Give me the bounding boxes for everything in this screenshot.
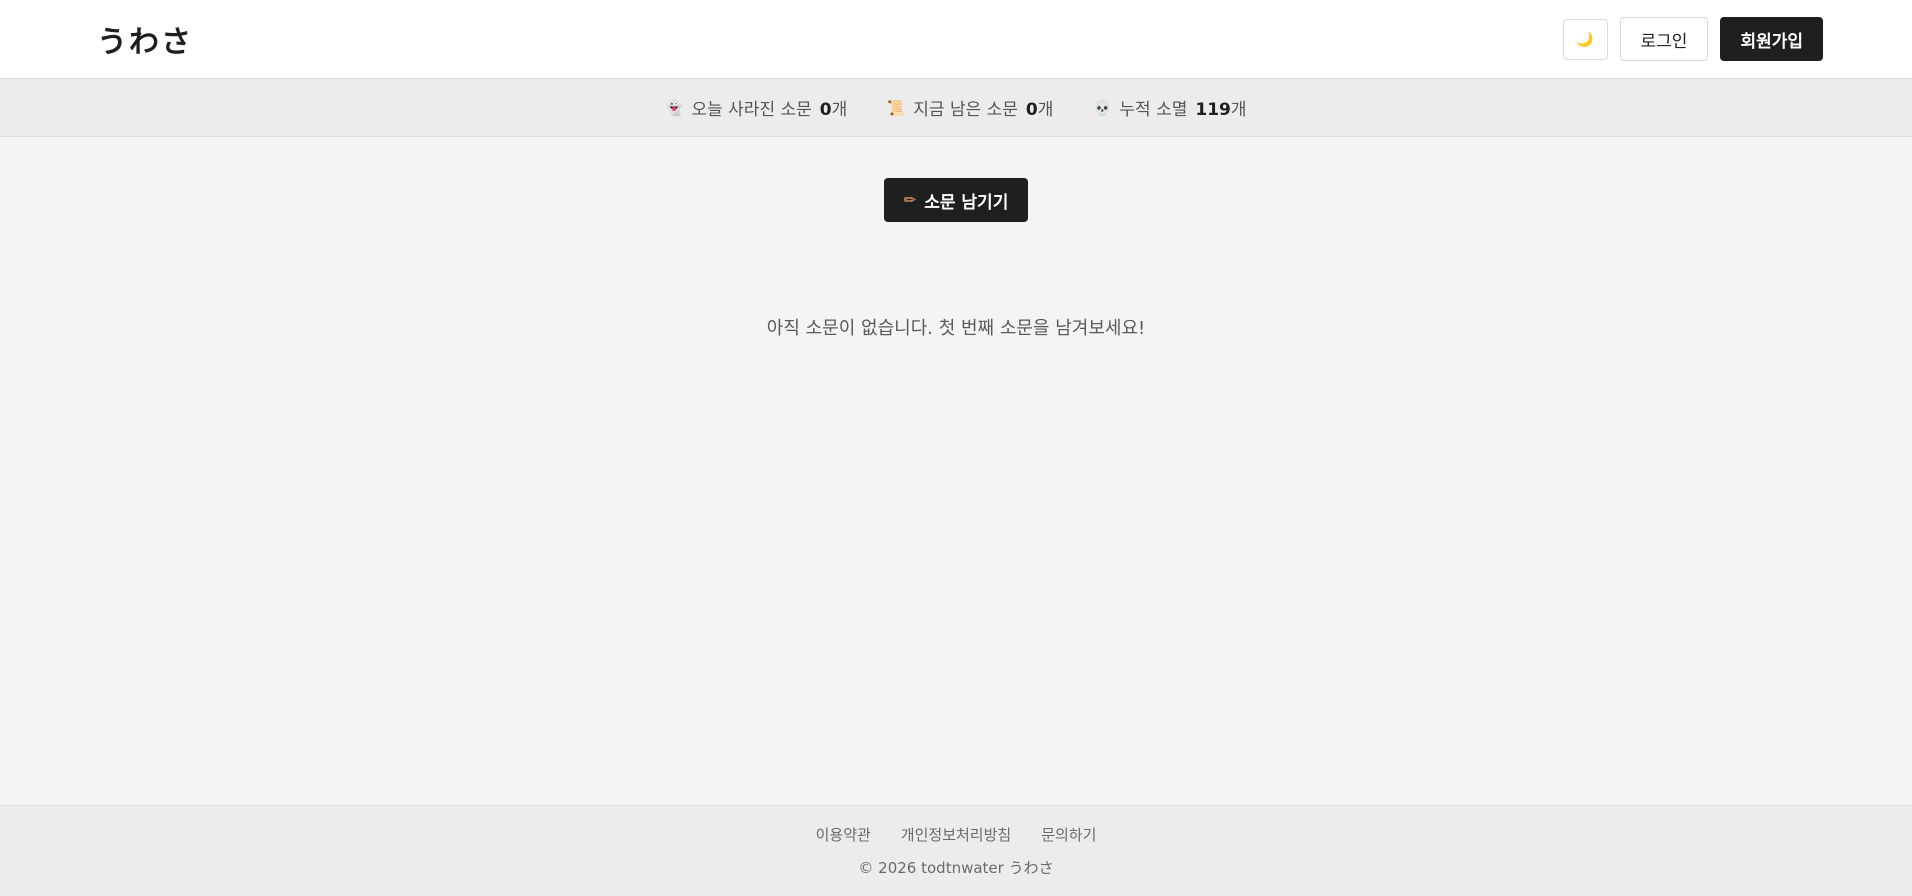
stat-unit: 개 [1230, 100, 1247, 120]
stats-bar: 👻 오늘 사라진 소문 0개 📜 지금 남은 소문 0개 💀 누적 소멸 119… [0, 79, 1912, 137]
scroll-icon: 📜 [886, 98, 906, 117]
main-content: ✏ 소문 남기기 아직 소문이 없습니다. 첫 번째 소문을 남겨보세요! [0, 137, 1912, 805]
stat-value: 0 [819, 100, 832, 120]
ghost-icon: 👻 [665, 98, 684, 117]
copyright-text: © 2026 todtnwater うわさ [858, 859, 1054, 877]
moon-icon: 🌙 [1576, 30, 1594, 47]
footer-links: 이용약관 개인정보처리방침 문의하기 [816, 824, 1097, 845]
stat-unit: 개 [831, 100, 848, 120]
header-actions: 🌙 로그인 회원가입 [1562, 17, 1823, 61]
theme-toggle-button[interactable]: 🌙 [1562, 18, 1608, 60]
stat-label: 누적 소멸 [1119, 100, 1188, 120]
stat-label: 오늘 사라진 소문 [691, 100, 812, 120]
top-header: うわさ 🌙 로그인 회원가입 [0, 0, 1912, 79]
terms-link[interactable]: 이용약관 [816, 824, 871, 845]
stat-value: 119 [1195, 100, 1231, 120]
privacy-policy-link[interactable]: 개인정보처리방침 [901, 824, 1011, 845]
pencil-icon: ✏ [903, 191, 917, 209]
stat-total-vanished: 💀 누적 소멸 119개 [1093, 95, 1247, 121]
write-rumor-label: 소문 남기기 [924, 192, 1009, 213]
site-logo[interactable]: うわさ [97, 17, 193, 61]
stat-label: 지금 남은 소문 [913, 100, 1018, 120]
skull-icon: 💀 [1093, 98, 1112, 117]
footer: 이용약관 개인정보처리방침 문의하기 © 2026 todtnwater うわさ [0, 805, 1912, 896]
contact-link[interactable]: 문의하기 [1041, 824, 1096, 845]
empty-state-message: 아직 소문이 없습니다. 첫 번째 소문을 남겨보세요! [766, 318, 1146, 339]
page: うわさ 🌙 로그인 회원가입 👻 오늘 사라진 소문 0개 📜 지금 남은 소문… [0, 0, 1912, 896]
login-button[interactable]: 로그인 [1619, 17, 1709, 61]
stat-today-vanished: 👻 오늘 사라진 소문 0개 [665, 95, 848, 121]
stat-unit: 개 [1037, 100, 1054, 120]
write-rumor-button[interactable]: ✏ 소문 남기기 [883, 178, 1029, 222]
signup-button[interactable]: 회원가입 [1720, 17, 1823, 61]
stat-value: 0 [1025, 100, 1038, 120]
stat-remaining: 📜 지금 남은 소문 0개 [886, 95, 1054, 121]
